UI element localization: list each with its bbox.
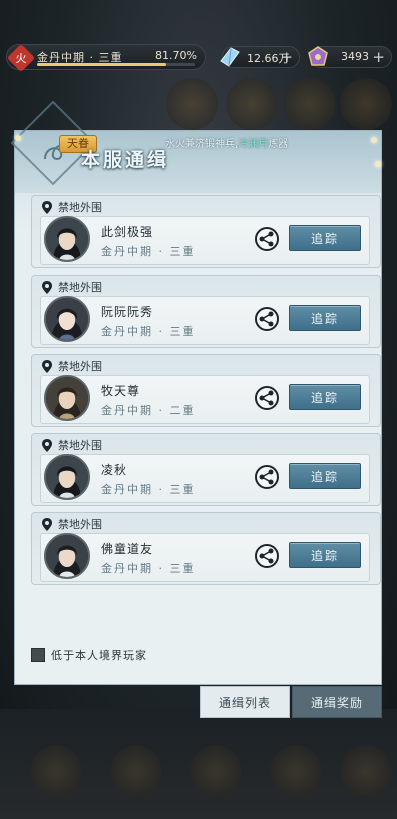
realm-progress-pill[interactable]: 火 金丹中期 · 三重 81.70%	[6, 43, 206, 73]
add-spirit-stone-button[interactable]: +	[280, 48, 293, 66]
tab-wanted-list[interactable]: 通缉列表	[200, 686, 290, 718]
player-realm: 金丹中期 · 三重	[101, 483, 196, 496]
filter-label: 低于本人境界玩家	[51, 649, 147, 662]
background-slot-icon	[284, 78, 336, 130]
player-avatar[interactable]	[44, 216, 90, 262]
track-button[interactable]: 追踪	[289, 225, 361, 251]
player-card: 佛童道友 金丹中期 · 三重 追踪	[40, 533, 370, 582]
entry-location: 禁地外围	[42, 278, 102, 296]
sparkle-icon	[375, 161, 381, 167]
jade-value: 3493	[341, 50, 369, 63]
share-icon	[259, 548, 274, 564]
realm-progress-fill	[37, 63, 167, 66]
background-menu-icon	[190, 745, 242, 797]
background-menu-icon	[340, 745, 392, 797]
location-label: 禁地外围	[58, 360, 102, 373]
jade-icon	[308, 46, 328, 66]
wanted-panel: 天眷 本服通缉 水火兼济锻神兵,冷渊月炼器 禁地外围 此剑极强 金丹中期 · 三…	[10, 100, 382, 685]
entry-location: 禁地外围	[42, 515, 102, 533]
ticker-suffix: 炼器	[268, 139, 289, 150]
spirit-stone-counter: 12.66万 +	[220, 46, 300, 68]
player-avatar[interactable]	[44, 375, 90, 421]
wanted-entry: 禁地外围 牧天尊 金丹中期 · 二重 追踪	[31, 354, 381, 427]
realm-progress-percent: 81.70%	[155, 49, 197, 62]
avatar-portrait-icon	[46, 377, 88, 419]
player-realm: 金丹中期 · 三重	[101, 562, 196, 575]
track-button[interactable]: 追踪	[289, 305, 361, 331]
wanted-entry: 禁地外围 凌秋 金丹中期 · 三重 追踪	[31, 433, 381, 506]
background-bottom-bar	[0, 709, 397, 819]
panel-header: 天眷 本服通缉 水火兼济锻神兵,冷渊月炼器	[10, 100, 381, 193]
location-label: 禁地外围	[58, 518, 102, 531]
jade-counter: 3493 +	[308, 46, 392, 68]
wanted-entry: 禁地外围 此剑极强 金丹中期 · 三重 追踪	[31, 195, 381, 268]
location-pin-icon	[42, 200, 52, 214]
player-card: 凌秋 金丹中期 · 三重 追踪	[40, 454, 370, 503]
player-avatar[interactable]	[44, 533, 90, 579]
filter-checkbox[interactable]	[31, 648, 45, 662]
player-name: 阮阮阮秀	[101, 305, 154, 319]
entry-location: 禁地外围	[42, 436, 102, 454]
share-icon	[259, 390, 274, 406]
spirit-stone-icon	[220, 47, 240, 67]
panel-title: 本服通缉	[81, 149, 170, 171]
lower-realm-filter[interactable]: 低于本人境界玩家	[31, 647, 147, 663]
player-name: 佛童道友	[101, 542, 154, 556]
share-button[interactable]	[255, 465, 279, 489]
avatar-portrait-icon	[46, 298, 88, 340]
location-pin-icon	[42, 438, 52, 452]
player-realm: 金丹中期 · 三重	[101, 325, 196, 338]
share-button[interactable]	[255, 227, 279, 251]
track-button[interactable]: 追踪	[289, 542, 361, 568]
avatar-portrait-icon	[46, 535, 88, 577]
player-realm: 金丹中期 · 三重	[101, 245, 196, 258]
entry-location: 禁地外围	[42, 198, 102, 216]
track-button[interactable]: 追踪	[289, 384, 361, 410]
track-button[interactable]: 追踪	[289, 463, 361, 489]
background-menu-icon	[110, 745, 162, 797]
background-slot-icon	[166, 78, 218, 130]
background-slot-icon	[226, 78, 278, 130]
background-slot-icon	[340, 78, 392, 130]
background-menu-icon	[270, 745, 322, 797]
fire-element-icon: 火	[6, 43, 36, 73]
player-card: 此剑极强 金丹中期 · 三重 追踪	[40, 216, 370, 265]
share-button[interactable]	[255, 544, 279, 568]
wanted-entry: 禁地外围 佛童道友 金丹中期 · 三重 追踪	[31, 512, 381, 585]
share-button[interactable]	[255, 307, 279, 331]
player-realm: 金丹中期 · 二重	[101, 404, 196, 417]
player-card: 牧天尊 金丹中期 · 二重 追踪	[40, 375, 370, 424]
avatar-portrait-icon	[46, 218, 88, 260]
location-label: 禁地外围	[58, 281, 102, 294]
location-pin-icon	[42, 359, 52, 373]
share-icon	[259, 469, 274, 485]
share-button[interactable]	[255, 386, 279, 410]
wanted-entry: 禁地外围 阮阮阮秀 金丹中期 · 三重 追踪	[31, 275, 381, 348]
sparkle-icon	[15, 135, 21, 141]
tab-wanted-reward[interactable]: 通缉奖励	[292, 686, 382, 718]
share-icon	[259, 311, 274, 327]
player-avatar[interactable]	[44, 296, 90, 342]
player-name: 牧天尊	[101, 384, 141, 398]
player-avatar[interactable]	[44, 454, 90, 500]
ticker-highlight-name: 冷渊月	[238, 139, 269, 150]
location-label: 禁地外围	[58, 439, 102, 452]
background-menu-icon	[30, 745, 82, 797]
share-icon	[259, 231, 274, 247]
location-pin-icon	[42, 280, 52, 294]
sparkle-icon	[371, 137, 377, 143]
entry-location: 禁地外围	[42, 357, 102, 375]
location-pin-icon	[42, 517, 52, 531]
ticker-prefix: 水火兼济锻神兵,	[165, 139, 239, 150]
player-card: 阮阮阮秀 金丹中期 · 三重 追踪	[40, 296, 370, 345]
player-name: 此剑极强	[101, 225, 154, 239]
location-label: 禁地外围	[58, 201, 102, 214]
player-name: 凌秋	[101, 463, 128, 477]
announcement-ticker: 水火兼济锻神兵,冷渊月炼器	[165, 135, 288, 150]
add-jade-button[interactable]: +	[372, 48, 385, 66]
avatar-portrait-icon	[46, 456, 88, 498]
status-bar: 火 金丹中期 · 三重 81.70% 12.66万 + 3493 +	[0, 42, 397, 73]
realm-progress-bar	[37, 63, 195, 66]
